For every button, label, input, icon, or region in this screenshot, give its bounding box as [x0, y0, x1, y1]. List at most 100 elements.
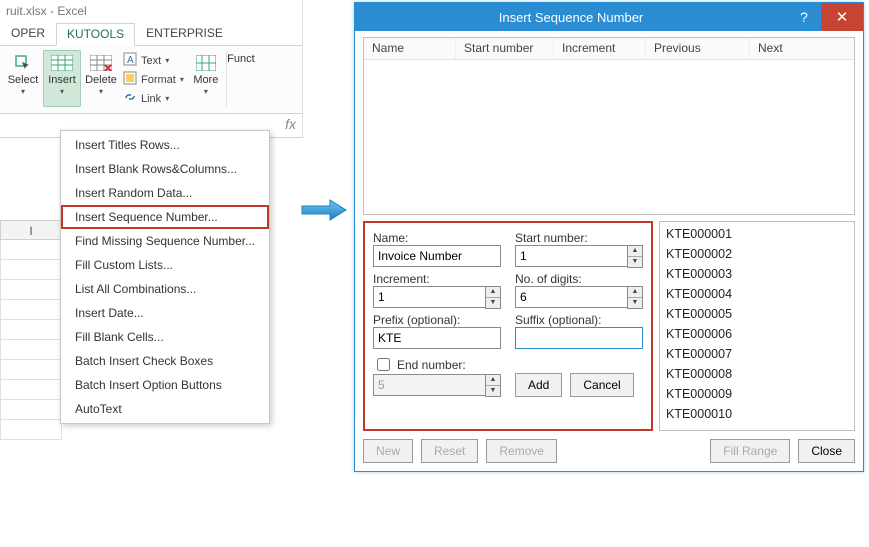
prefix-label: Prefix (optional): — [373, 313, 501, 327]
sequence-listview[interactable]: Name Start number Increment Previous Nex… — [363, 37, 855, 215]
preview-line: KTE000010 — [666, 404, 848, 424]
digits-spinner[interactable]: ▲▼ — [627, 286, 643, 309]
link-menu[interactable]: Link▾ — [121, 90, 186, 107]
col-previous[interactable]: Previous — [646, 38, 750, 59]
preview-line: KTE000003 — [666, 264, 848, 284]
insert-button[interactable]: Insert ▾ — [43, 50, 81, 107]
select-button[interactable]: Select ▾ — [4, 50, 42, 107]
menu-insert-random-data[interactable]: Insert Random Data... — [61, 181, 269, 205]
spin-down-icon[interactable]: ▼ — [628, 298, 642, 308]
functions-button[interactable]: Funct — [226, 50, 256, 107]
close-dialog-button[interactable]: Close — [798, 439, 855, 463]
more-button[interactable]: More ▾ — [187, 50, 225, 107]
menu-batch-insert-check-boxes[interactable]: Batch Insert Check Boxes — [61, 349, 269, 373]
close-icon: ✕ — [836, 8, 849, 26]
table-insert-icon — [50, 53, 74, 73]
spin-up-icon[interactable]: ▲ — [628, 246, 642, 257]
menu-fill-custom-lists[interactable]: Fill Custom Lists... — [61, 253, 269, 277]
col-start-number[interactable]: Start number — [456, 38, 554, 59]
sequence-form: Name: Start number: ▲▼ Increment: ▲▼ — [363, 221, 653, 431]
suffix-input[interactable] — [515, 327, 643, 349]
preview-line: KTE000007 — [666, 344, 848, 364]
excel-titlebar: ruit.xlsx - Excel — [0, 0, 302, 22]
text-icon: A — [123, 52, 137, 69]
col-next[interactable]: Next — [750, 38, 854, 59]
preview-line: KTE000009 — [666, 384, 848, 404]
listview-header: Name Start number Increment Previous Nex… — [364, 38, 854, 60]
dialog-titlebar[interactable]: Insert Sequence Number ? ✕ — [355, 3, 863, 31]
col-name[interactable]: Name — [364, 38, 456, 59]
link-icon — [123, 90, 137, 107]
grid-cell[interactable] — [0, 280, 62, 300]
insert-dropdown: Insert Titles Rows... Insert Blank Rows&… — [60, 130, 270, 424]
grid-cell[interactable] — [0, 320, 62, 340]
chevron-down-icon: ▾ — [204, 87, 208, 96]
preview-line: KTE000002 — [666, 244, 848, 264]
help-button[interactable]: ? — [787, 3, 821, 31]
formula-bar-fx-icon[interactable]: fx — [285, 116, 296, 132]
spin-down-icon[interactable]: ▼ — [486, 298, 500, 308]
close-button[interactable]: ✕ — [821, 3, 863, 31]
menu-autotext[interactable]: AutoText — [61, 397, 269, 421]
end-number-checkbox[interactable] — [377, 358, 390, 371]
start-label: Start number: — [515, 231, 643, 245]
format-label: Format — [141, 74, 176, 86]
spin-down-icon[interactable]: ▼ — [628, 257, 642, 267]
grid-cell[interactable] — [0, 360, 62, 380]
tab-enterprise[interactable]: ENTERPRISE — [135, 22, 234, 45]
menu-insert-date[interactable]: Insert Date... — [61, 301, 269, 325]
suffix-label: Suffix (optional): — [515, 313, 643, 327]
digits-input[interactable] — [515, 286, 627, 308]
menu-batch-insert-option-buttons[interactable]: Batch Insert Option Buttons — [61, 373, 269, 397]
workbook-title: ruit.xlsx - Excel — [6, 4, 87, 18]
digits-label: No. of digits: — [515, 272, 643, 286]
name-input[interactable] — [373, 245, 501, 267]
grid-cell[interactable] — [0, 340, 62, 360]
fill-range-button: Fill Range — [710, 439, 790, 463]
spin-up-icon[interactable]: ▲ — [486, 287, 500, 298]
grid-cell[interactable] — [0, 380, 62, 400]
increment-spinner[interactable]: ▲▼ — [485, 286, 501, 309]
menu-insert-blank-rows-columns[interactable]: Insert Blank Rows&Columns... — [61, 157, 269, 181]
add-button[interactable]: Add — [515, 373, 562, 397]
menu-list-all-combinations[interactable]: List All Combinations... — [61, 277, 269, 301]
prefix-input[interactable] — [373, 327, 501, 349]
start-spinner[interactable]: ▲▼ — [627, 245, 643, 268]
preview-line: KTE000001 — [666, 224, 848, 244]
grid-cell[interactable] — [0, 240, 62, 260]
grid-cell[interactable] — [0, 420, 62, 440]
spin-up-icon[interactable]: ▲ — [628, 287, 642, 298]
grid-cell[interactable] — [0, 260, 62, 280]
menu-fill-blank-cells[interactable]: Fill Blank Cells... — [61, 325, 269, 349]
menu-insert-sequence-number[interactable]: Insert Sequence Number... — [61, 205, 269, 229]
start-number-input[interactable] — [515, 245, 627, 267]
arrow-right-icon — [300, 198, 348, 222]
format-menu[interactable]: Format▾ — [121, 71, 186, 88]
col-increment[interactable]: Increment — [554, 38, 646, 59]
grid-more-icon — [194, 53, 218, 73]
format-icon — [123, 71, 137, 88]
menu-find-missing-sequence[interactable]: Find Missing Sequence Number... — [61, 229, 269, 253]
end-number-spinner: ▲▼ — [485, 374, 501, 397]
grid-cell[interactable] — [0, 300, 62, 320]
delete-button[interactable]: Delete ▾ — [82, 50, 120, 107]
new-button[interactable]: New — [363, 439, 413, 463]
grid-cell[interactable] — [0, 400, 62, 420]
preview-line: KTE000004 — [666, 284, 848, 304]
increment-input[interactable] — [373, 286, 485, 308]
tab-oper[interactable]: OPER — [0, 22, 56, 45]
link-label: Link — [141, 93, 161, 105]
end-number-input — [373, 374, 485, 396]
cancel-button[interactable]: Cancel — [570, 373, 633, 397]
ribbon-small-group: A Text▾ Format▾ Link▾ — [121, 50, 186, 107]
increment-label: Increment: — [373, 272, 501, 286]
functions-label: Funct — [227, 53, 255, 65]
chevron-down-icon: ▾ — [99, 87, 103, 96]
more-label: More — [193, 74, 218, 86]
text-menu[interactable]: A Text▾ — [121, 52, 186, 69]
menu-insert-titles-rows[interactable]: Insert Titles Rows... — [61, 133, 269, 157]
tab-kutools[interactable]: KUTOOLS — [56, 23, 135, 46]
column-header-i[interactable]: I — [0, 220, 62, 240]
dialog-footer: New Reset Remove Fill Range Close — [363, 439, 855, 463]
spin-up-icon: ▲ — [486, 375, 500, 386]
